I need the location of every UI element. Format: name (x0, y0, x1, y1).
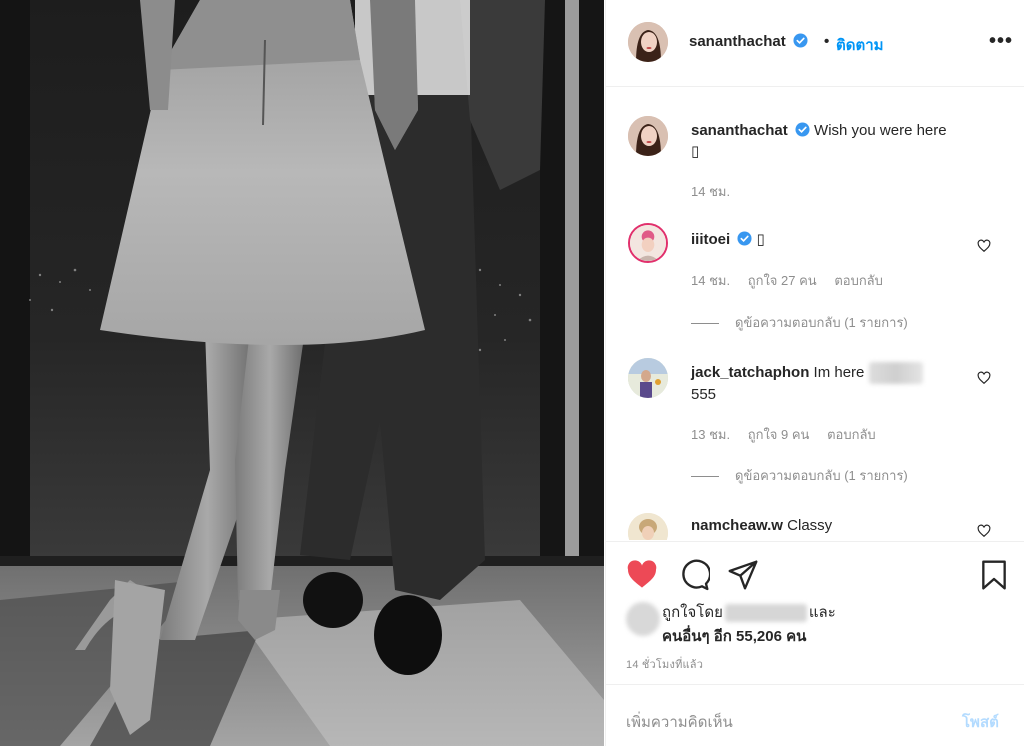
comment-username[interactable]: namcheaw.w (691, 517, 783, 534)
comment-time: 14 ชม. (691, 273, 731, 288)
comment-username[interactable]: iiitoei (691, 231, 730, 248)
post-photo[interactable] (0, 0, 604, 746)
comment-text: Im here (813, 364, 865, 381)
avatar-image (630, 225, 666, 261)
more-options-button[interactable]: ••• (989, 30, 1013, 53)
post-comment-button[interactable]: โพสต์ (962, 710, 999, 734)
view-replies-label: ดูข้อความตอบกลับ (1 รายการ) (735, 315, 908, 330)
caption-time: 14 ชม. (691, 184, 731, 199)
commenter-avatar[interactable] (628, 223, 668, 263)
likes-count[interactable]: คนอื่นๆ อีก 55,206 คน (662, 624, 806, 648)
comment-text: Classy (787, 517, 833, 534)
comment-likes[interactable]: ถูกใจ 9 คน (748, 427, 810, 442)
comment-meta: 13 ชม. ถูกใจ 9 คน ตอบกลับ (691, 424, 890, 445)
comment-username[interactable]: jack_tatchaphon (691, 364, 809, 381)
avatar-image (628, 513, 668, 540)
post-header: sananthachat • ติดตาม ••• (606, 0, 1024, 87)
commenter-avatar[interactable] (628, 358, 668, 398)
liked-by-row: ถูกใจโดย และ (662, 600, 836, 624)
replies-divider (691, 476, 719, 478)
replies-divider (691, 323, 719, 325)
comment-likes[interactable]: ถูกใจ 27 คน (748, 273, 817, 288)
caption-meta: 14 ชม. (691, 181, 744, 202)
post-detail-panel: sananthachat • ติดตาม ••• sananthachat W… (605, 0, 1024, 746)
liked-by-prefix: ถูกใจโดย (662, 604, 723, 621)
reply-button[interactable]: ตอบกลับ (827, 427, 876, 442)
caption-emoji: ▯ (691, 143, 700, 160)
caption-body: sananthachat Wish you were here ▯ (691, 120, 947, 162)
like-comment-icon[interactable] (977, 524, 991, 538)
comment-text-line2: 555 (691, 386, 717, 404)
commenter-avatar[interactable] (628, 513, 668, 540)
caption-username[interactable]: sananthachat (691, 122, 788, 139)
avatar-image (628, 22, 668, 62)
verified-icon (793, 33, 808, 48)
share-icon[interactable] (727, 559, 759, 591)
like-comment-icon[interactable] (977, 239, 991, 253)
heart-filled-icon[interactable] (626, 559, 658, 591)
author-avatar[interactable] (628, 22, 668, 62)
view-replies[interactable]: ดูข้อความตอบกลับ (1 รายการ) (691, 312, 908, 333)
liked-by-suffix: และ (808, 604, 836, 621)
separator-dot: • (824, 33, 830, 50)
liker-name-redacted (724, 604, 807, 623)
comment-body: jack_tatchaphon Im here 555 (691, 362, 1001, 405)
view-replies-label: ดูข้อความตอบกลับ (1 รายการ) (735, 468, 908, 483)
photo-image (0, 0, 604, 746)
view-replies[interactable]: ดูข้อความตอบกลับ (1 รายการ) (691, 465, 908, 486)
avatar-image (628, 116, 668, 156)
author-username-row: sananthachat (689, 33, 808, 51)
comment-body: namcheaw.w Classy (691, 515, 832, 536)
like-comment-icon[interactable] (977, 371, 991, 385)
comment-time: 13 ชม. (691, 427, 731, 442)
liker-avatar-redacted (626, 602, 660, 636)
caption-text: Wish you were here (814, 122, 947, 139)
comment-text: ▯ (756, 231, 765, 248)
verified-icon (737, 231, 752, 246)
comment-body: iiitoei ▯ (691, 229, 765, 250)
add-comment-bar: เพิ่มความคิดเห็น โพสต์ (606, 684, 1024, 746)
post-actions: ถูกใจโดย และ คนอื่นๆ อีก 55,206 คน 14 ชั่… (606, 541, 1024, 683)
verified-icon (795, 122, 810, 137)
avatar-image (628, 358, 668, 398)
comments-list[interactable]: sananthachat Wish you were here ▯ 14 ชม. (606, 88, 1024, 540)
bookmark-icon[interactable] (978, 559, 1010, 591)
comment-meta: 14 ชม. ถูกใจ 27 คน ตอบกลับ (691, 270, 897, 291)
comment-icon[interactable] (678, 559, 710, 591)
caption-avatar[interactable] (628, 116, 668, 156)
redacted-text (868, 362, 923, 385)
post-timestamp: 14 ชั่วโมงที่แล้ว (626, 659, 704, 671)
comment-input[interactable]: เพิ่มความคิดเห็น (626, 710, 733, 734)
author-username[interactable]: sananthachat (689, 33, 786, 50)
reply-button[interactable]: ตอบกลับ (834, 273, 883, 288)
follow-button[interactable]: ติดตาม (836, 33, 884, 57)
